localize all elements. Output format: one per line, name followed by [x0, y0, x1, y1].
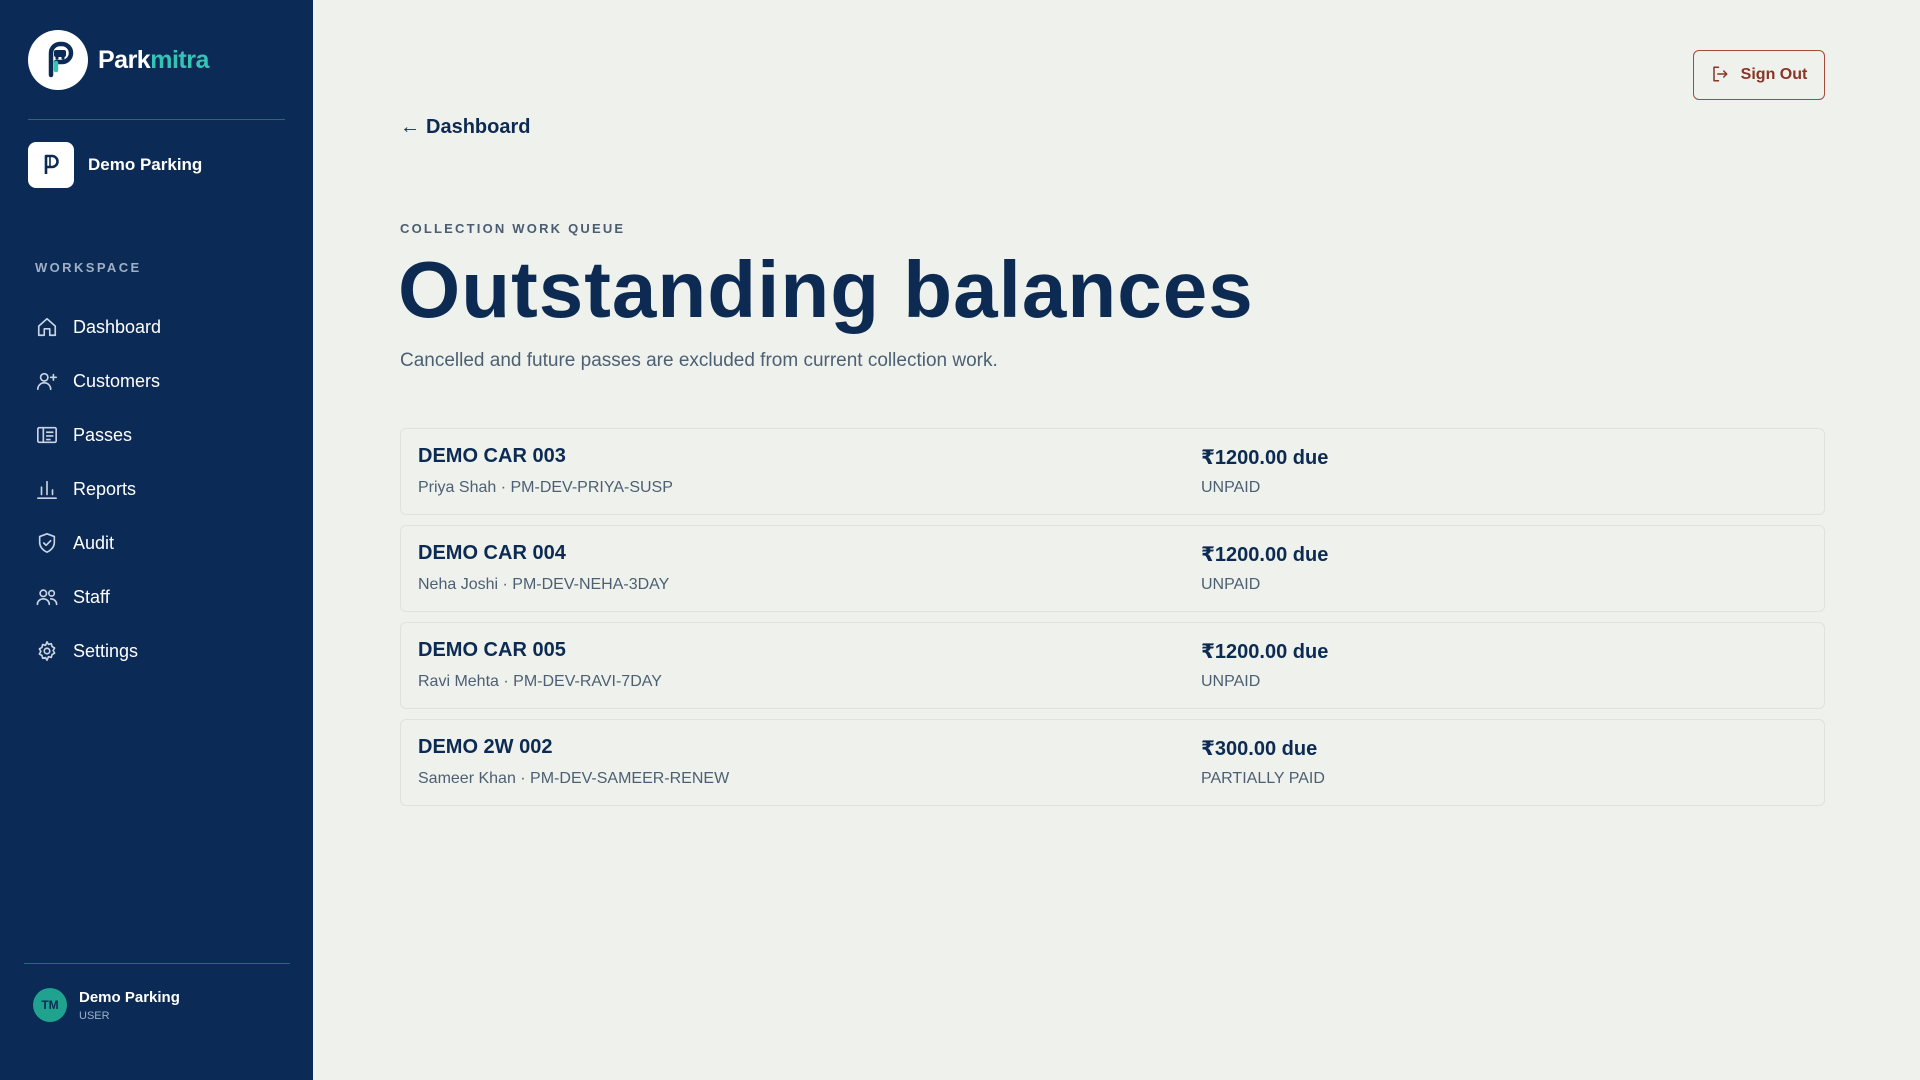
page-subtitle: Cancelled and future passes are excluded…	[400, 350, 998, 371]
vehicle-plate: DEMO CAR 005	[418, 639, 566, 661]
sign-out-label: Sign Out	[1740, 66, 1808, 83]
user-name: Demo Parking	[79, 988, 180, 1006]
user-profile[interactable]: TM Demo Parking USER	[33, 988, 180, 1022]
sign-out-button[interactable]: Sign Out	[1693, 50, 1825, 100]
balance-list: DEMO CAR 003 Priya Shah · PM-DEV-PRIYA-S…	[400, 428, 1825, 816]
list-item[interactable]: DEMO CAR 003 Priya Shah · PM-DEV-PRIYA-S…	[400, 428, 1825, 515]
customer-pass-meta: Priya Shah · PM-DEV-PRIYA-SUSP	[418, 479, 673, 496]
users-icon	[35, 585, 59, 609]
gear-icon	[35, 639, 59, 663]
sidebar-item-label: Settings	[73, 640, 139, 661]
sidebar-item-label: Dashboard	[73, 316, 162, 337]
shield-check-icon	[35, 531, 59, 555]
user-plus-icon	[35, 369, 59, 393]
list-item[interactable]: DEMO CAR 004 Neha Joshi · PM-DEV-NEHA-3D…	[400, 525, 1825, 612]
sidebar-item-reports[interactable]: Reports	[35, 462, 161, 516]
workspace-label: WORKSPACE	[35, 260, 142, 275]
sidebar-item-label: Reports	[73, 478, 137, 499]
vehicle-plate: DEMO CAR 004	[418, 542, 566, 564]
amount-due: ₹1200.00 due	[1201, 447, 1329, 469]
payment-status: PARTIALLY PAID	[1201, 770, 1325, 787]
sidebar-item-label: Staff	[73, 586, 110, 607]
sidebar-footer-divider	[24, 963, 290, 964]
payment-status: UNPAID	[1201, 479, 1261, 496]
sidebar-item-audit[interactable]: Audit	[35, 516, 161, 570]
list-item[interactable]: DEMO 2W 002 Sameer Khan · PM-DEV-SAMEER-…	[400, 719, 1825, 806]
home-icon	[35, 315, 59, 339]
arrow-left-icon: ←	[400, 116, 420, 138]
org-name: Demo Parking	[88, 155, 203, 174]
parkmitra-logo-icon	[28, 30, 88, 90]
amount-due: ₹1200.00 due	[1201, 544, 1329, 566]
back-to-dashboard-link[interactable]: ← Dashboard	[400, 116, 530, 139]
sidebar-nav: Dashboard Customers Passes Reports Audit	[35, 300, 161, 678]
vehicle-plate: DEMO CAR 003	[418, 445, 566, 467]
back-link-label: Dashboard	[426, 116, 531, 138]
sidebar-item-label: Passes	[73, 424, 133, 445]
brand-name: Parkmitra	[98, 45, 209, 74]
sidebar-item-label: Customers	[73, 370, 161, 391]
pass-card-icon	[35, 423, 59, 447]
parking-p-icon	[28, 142, 74, 188]
user-role: USER	[79, 1009, 110, 1022]
org-switcher[interactable]: Demo Parking	[28, 142, 202, 188]
sidebar-item-staff[interactable]: Staff	[35, 570, 161, 624]
payment-status: UNPAID	[1201, 576, 1261, 593]
bar-chart-icon	[35, 477, 59, 501]
amount-due: ₹300.00 due	[1201, 738, 1318, 760]
avatar: TM	[33, 988, 67, 1022]
brand[interactable]: Parkmitra	[28, 30, 209, 90]
customer-pass-meta: Neha Joshi · PM-DEV-NEHA-3DAY	[418, 576, 670, 593]
sidebar-item-passes[interactable]: Passes	[35, 408, 161, 462]
amount-due: ₹1200.00 due	[1201, 641, 1329, 663]
sidebar-item-settings[interactable]: Settings	[35, 624, 161, 678]
section-eyebrow: COLLECTION WORK QUEUE	[400, 221, 626, 236]
page-title: Outstanding balances	[398, 245, 1254, 334]
sign-out-icon	[1711, 65, 1729, 86]
sidebar-item-label: Audit	[73, 532, 115, 553]
payment-status: UNPAID	[1201, 673, 1261, 690]
customer-pass-meta: Sameer Khan · PM-DEV-SAMEER-RENEW	[418, 770, 730, 787]
vehicle-plate: DEMO 2W 002	[418, 736, 553, 758]
sidebar-divider	[28, 119, 285, 120]
sidebar: Parkmitra Demo Parking WORKSPACE Dashboa…	[0, 0, 313, 1080]
list-item[interactable]: DEMO CAR 005 Ravi Mehta · PM-DEV-RAVI-7D…	[400, 622, 1825, 709]
sidebar-item-customers[interactable]: Customers	[35, 354, 161, 408]
sidebar-item-dashboard[interactable]: Dashboard	[35, 300, 161, 354]
customer-pass-meta: Ravi Mehta · PM-DEV-RAVI-7DAY	[418, 673, 662, 690]
